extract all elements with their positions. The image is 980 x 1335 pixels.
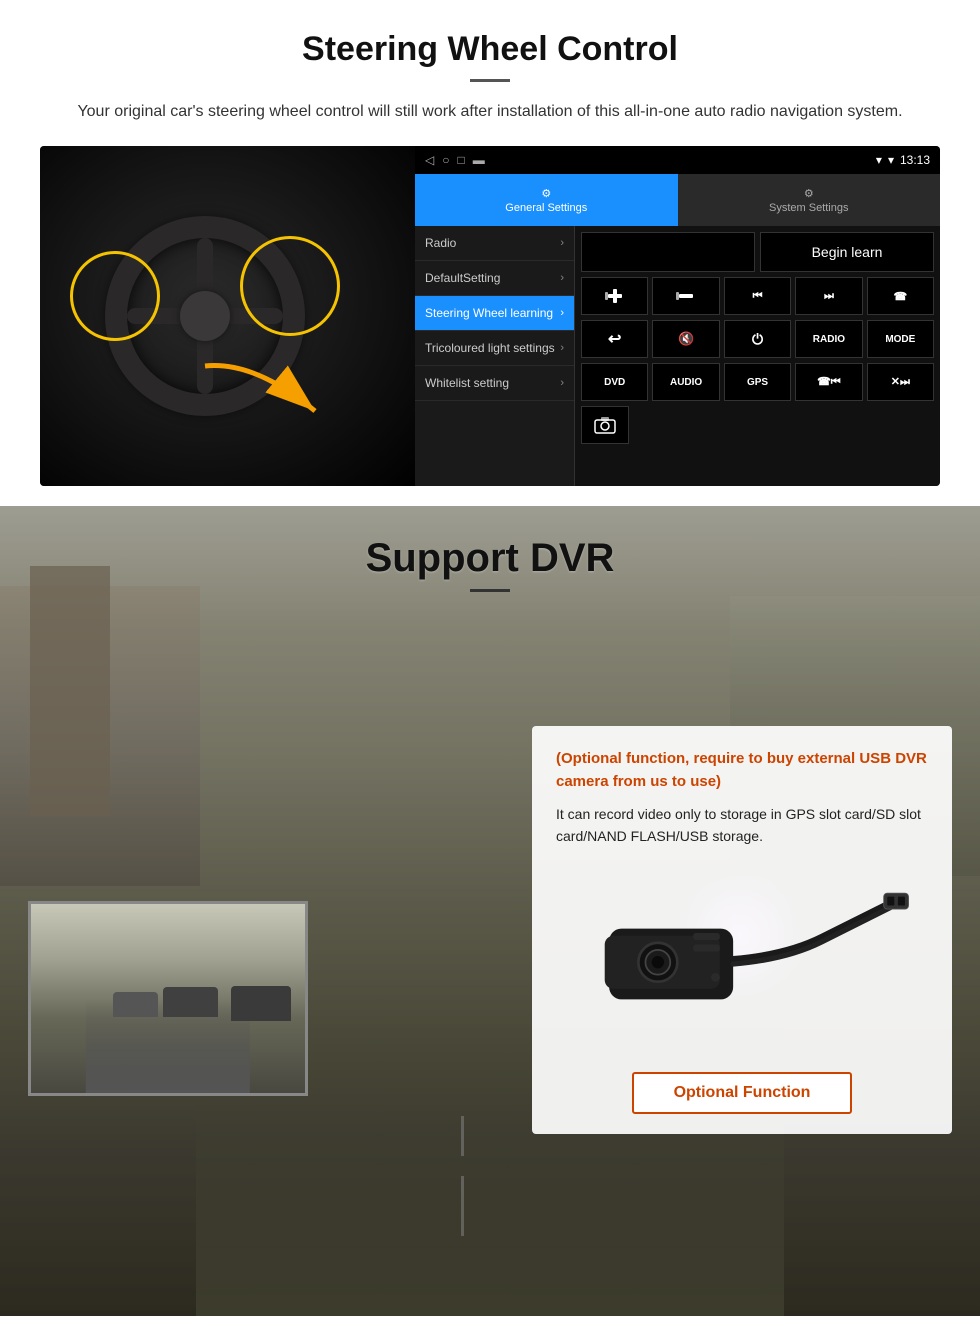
- chevron-right-icon: ›: [560, 307, 564, 319]
- android-tabs: ⚙ General Settings ⚙ System Settings: [415, 174, 940, 226]
- dvr-section: Support DVR (Optional function, require …: [0, 506, 980, 1316]
- dvr-optional-text: (Optional function, require to buy exter…: [556, 748, 928, 793]
- highlight-circle-right: [240, 236, 340, 336]
- tab-general[interactable]: ⚙ General Settings: [415, 174, 678, 226]
- menu-item-default[interactable]: DefaultSetting ›: [415, 261, 574, 296]
- back-icon: ◁: [425, 153, 434, 167]
- system-settings-icon: ⚙: [804, 187, 814, 200]
- control-row-1: ⏮ ⏭ ☎: [581, 277, 934, 315]
- menu-item-radio[interactable]: Radio ›: [415, 226, 574, 261]
- android-statusbar: ◁ ○ □ ▬ ▾ ▾ 13:13: [415, 146, 940, 174]
- dvd-btn[interactable]: DVD: [581, 363, 648, 401]
- phone-prev-btn[interactable]: ☎⏮: [795, 363, 862, 401]
- phone-btn[interactable]: ☎: [867, 277, 934, 315]
- dvr-camera-image: [556, 864, 928, 1064]
- chevron-right-icon: ›: [560, 272, 564, 284]
- mode-btn[interactable]: MODE: [867, 320, 934, 358]
- control-row-4: [581, 406, 934, 444]
- power-btn[interactable]: ⏻: [724, 320, 791, 358]
- steering-subtitle: Your original car's steering wheel contr…: [40, 100, 940, 124]
- wifi-icon: ▾: [888, 153, 894, 167]
- dvr-info-card: (Optional function, require to buy exter…: [532, 726, 952, 1134]
- camera-cable-svg: [556, 864, 928, 1064]
- dvr-thumbnail: [28, 901, 308, 1096]
- menu-icon: ▬: [473, 153, 485, 167]
- general-settings-icon: ⚙: [541, 187, 551, 200]
- mute-next-btn[interactable]: ✕⏭: [867, 363, 934, 401]
- dvr-divider: [470, 589, 510, 592]
- status-time: 13:13: [900, 153, 930, 167]
- audio-btn[interactable]: AUDIO: [652, 363, 719, 401]
- tab-system[interactable]: ⚙ System Settings: [678, 174, 941, 226]
- signal-icon: ▾: [876, 153, 882, 167]
- steering-photo: [40, 146, 415, 486]
- control-row-2: ↩ 🔇 ⏻ RADIO MODE: [581, 320, 934, 358]
- prev-btn[interactable]: ⏮: [724, 277, 791, 315]
- android-content: Radio › DefaultSetting › Steering Wheel …: [415, 226, 940, 486]
- dvr-title: Support DVR: [0, 536, 980, 581]
- steering-composite: ◁ ○ □ ▬ ▾ ▾ 13:13 ⚙ General Settings ⚙ S…: [40, 146, 940, 486]
- begin-learn-row: Begin learn: [581, 232, 934, 272]
- radio-btn[interactable]: RADIO: [795, 320, 862, 358]
- steering-section: Steering Wheel Control Your original car…: [0, 0, 980, 506]
- highlight-circle-left: [70, 251, 160, 341]
- vol-minus-btn[interactable]: [652, 277, 719, 315]
- chevron-right-icon: ›: [560, 342, 564, 354]
- back-call-btn[interactable]: ↩: [581, 320, 648, 358]
- menu-item-tricolour[interactable]: Tricoloured light settings ›: [415, 331, 574, 366]
- system-settings-label: System Settings: [769, 202, 848, 214]
- recent-icon: □: [457, 153, 464, 167]
- chevron-right-icon: ›: [560, 377, 564, 389]
- begin-learn-button[interactable]: Begin learn: [760, 232, 934, 272]
- dvr-title-area: Support DVR: [0, 506, 980, 602]
- steering-title: Steering Wheel Control: [40, 30, 940, 69]
- menu-list: Radio › DefaultSetting › Steering Wheel …: [415, 226, 575, 486]
- home-icon: ○: [442, 153, 449, 167]
- control-panel: Begin learn: [575, 226, 940, 486]
- android-panel: ◁ ○ □ ▬ ▾ ▾ 13:13 ⚙ General Settings ⚙ S…: [415, 146, 940, 486]
- camera-btn[interactable]: [581, 406, 629, 444]
- wheel-center: [180, 291, 230, 341]
- title-divider: [470, 79, 510, 82]
- general-settings-label: General Settings: [505, 202, 587, 214]
- thumb-scene: [31, 904, 305, 1093]
- begin-learn-box: [581, 232, 755, 272]
- dvr-description: It can record video only to storage in G…: [556, 803, 928, 848]
- optional-function-button[interactable]: Optional Function: [632, 1072, 853, 1114]
- gps-btn[interactable]: GPS: [724, 363, 791, 401]
- mute-btn[interactable]: 🔇: [652, 320, 719, 358]
- vol-plus-btn[interactable]: [581, 277, 648, 315]
- menu-item-whitelist[interactable]: Whitelist setting ›: [415, 366, 574, 401]
- next-btn[interactable]: ⏭: [795, 277, 862, 315]
- chevron-right-icon: ›: [560, 237, 564, 249]
- menu-item-steering[interactable]: Steering Wheel learning ›: [415, 296, 574, 331]
- arrow-icon: [195, 356, 325, 426]
- control-row-3: DVD AUDIO GPS ☎⏮ ✕⏭: [581, 363, 934, 401]
